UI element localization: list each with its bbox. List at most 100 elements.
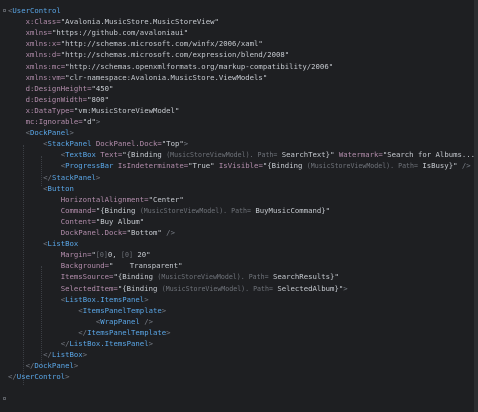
code-line[interactable]: SelectedItem="{Binding (MusicStoreViewMo… [8,283,348,294]
code-token: > [65,372,70,382]
code-line[interactable]: Margin="[0]0, [0] 20" [8,249,151,260]
code-token: "Search for Albums...." [382,150,478,160]
code-line[interactable]: </ListBox.ItemsPanel> [8,338,153,349]
code-token: DockPanel.Dock= [8,228,127,237]
code-token: > [69,128,74,138]
code-token: xmlns:vm= [8,72,66,82]
code-line[interactable]: xmlns:d="http://schemas.microsoft.com/ex… [8,49,290,60]
code-line[interactable]: mc:Ignorable="d"> [8,116,101,127]
code-line[interactable]: </ItemsPanelTemplate> [8,327,170,338]
code-token: x:DataType= [8,105,74,115]
code-token: </ [8,361,35,371]
code-token: 20" [132,250,151,260]
code-line[interactable]: <UserControl [8,5,61,16]
code-token: ListBox [47,239,79,249]
code-token: Path= [398,162,418,171]
code-token: xmlns:d= [8,50,61,60]
code-token: Path= [248,273,269,282]
code-token: IsBusy}" [417,161,458,171]
code-token: </ [8,327,88,337]
code-token: UserControl [16,372,66,382]
code-token: < [8,305,83,315]
code-token: ItemsSource= [8,272,114,282]
code-token: DockPanel [34,361,74,371]
code-token: xmlns:mc= [8,61,66,71]
code-line[interactable]: <ItemsPanelTemplate> [8,305,166,316]
code-token: mc:Ignorable= [8,117,83,126]
code-line[interactable]: <TextBox Text="{Binding (MusicStoreViewM… [8,149,478,160]
code-line[interactable]: <ProgressBar IsIndeterminate="True" IsVi… [8,160,471,171]
code-token: d:DesignWidth= [8,94,88,104]
code-line[interactable]: xmlns:vm="clr-namespace:Avalonia.MusicSt… [8,72,268,83]
code-token: /> [139,316,153,326]
code-line[interactable]: Command="{Binding (MusicStoreViewModel).… [8,205,330,216]
code-line[interactable]: </StackPanel> [8,172,100,183]
code-token: [0] [95,251,108,260]
code-token: < [8,239,48,249]
code-line[interactable]: </UserControl> [8,371,70,382]
code-token: SearchResults}" [268,272,339,282]
code-token: HorizontalAlignment= [8,194,149,204]
code-token: < [8,316,101,326]
code-token: "True" [188,161,219,171]
code-token: /> [457,161,471,171]
code-token: "Center" [148,194,184,204]
code-token: Margin= [8,250,92,260]
code-token: Button [47,183,74,193]
code-token: "http://schemas.openxmlformats.org/marku… [65,61,334,71]
code-line[interactable]: Content="Buy Album" [8,216,145,227]
code-token: "{Binding [95,205,140,215]
code-line[interactable]: xmlns="https://github.com/avaloniaui" [8,27,189,38]
code-token: < [8,139,48,149]
code-line[interactable]: d:DesignHeight="450" [8,83,114,94]
code-line[interactable]: <WrapPanel /> [8,316,153,327]
code-token: SelectedAlbum}" [272,283,344,293]
code-line[interactable]: <DockPanel> [8,127,74,138]
code-token: "http://schemas.microsoft.com/expression… [60,50,290,60]
code-editor[interactable]: <UserControl x:Class="Avalonia.MusicStor… [0,0,478,412]
code-line[interactable]: DockPanel.Dock="Bottom" /> [8,227,175,238]
code-line[interactable]: HorizontalAlignment="Center" [8,194,184,205]
code-token: (MusicStoreViewModel). [161,284,254,293]
code-line[interactable]: x:Class="Avalonia.MusicStore.MusicStoreV… [8,16,219,27]
code-line[interactable]: ItemsSource="{Binding (MusicStoreViewMod… [8,271,339,282]
code-line[interactable]: <Button [8,183,74,194]
code-line[interactable]: xmlns:x="http://schemas.microsoft.com/wi… [8,38,263,49]
code-token: UserControl [12,6,61,15]
code-token: "vm:MusicStoreViewModel" [73,105,180,115]
code-token: ItemsPanelTemplate [87,327,167,337]
code-token: StackPanel [47,139,96,149]
code-line[interactable]: x:DataType="vm:MusicStoreViewModel" [8,105,180,116]
code-token: </ [8,350,52,360]
code-token: > [144,294,149,304]
code-line[interactable]: d:DesignWidth="800" [8,94,109,105]
code-token: Path= [257,151,278,160]
fold-marker-icon[interactable] [3,397,6,400]
code-token: > [95,117,101,126]
code-token: Text= [100,150,123,160]
vertical-scrollbar[interactable] [474,0,478,412]
code-line[interactable]: <ListBox.ItemsPanel> [8,294,149,305]
code-line[interactable]: Background=" Transparent" [8,260,183,271]
code-token: "Buy Album" [95,216,145,226]
code-token: ListBox.ItemsPanel [69,339,149,348]
code-token: < [8,150,66,160]
code-token: ListBox [51,350,83,360]
code-token: ItemsPanelTemplate [82,305,162,315]
code-token: "clr-namespace:Avalonia.MusicStore.ViewM… [65,72,268,82]
code-line[interactable]: <ListBox [8,238,78,249]
code-line[interactable]: xmlns:mc="http://schemas.openxmlformats.… [8,61,334,72]
code-token: StackPanel [51,172,96,182]
code-token: </ [8,372,17,382]
code-line[interactable]: </DockPanel> [8,360,79,371]
code-line[interactable]: </ListBox> [8,349,87,360]
code-token: "Avalonia.MusicStore.MusicStoreView" [60,17,219,27]
code-token: Path= [253,284,273,293]
code-token: Path= [231,206,251,215]
fold-marker-icon[interactable] [3,9,6,12]
code-token: </ [8,339,70,348]
code-token: IsVisible= [218,161,263,171]
code-token: "{Binding [262,161,307,171]
code-line[interactable]: <StackPanel DockPanel.Dock="Top"> [8,138,188,149]
code-token: > [161,305,167,315]
